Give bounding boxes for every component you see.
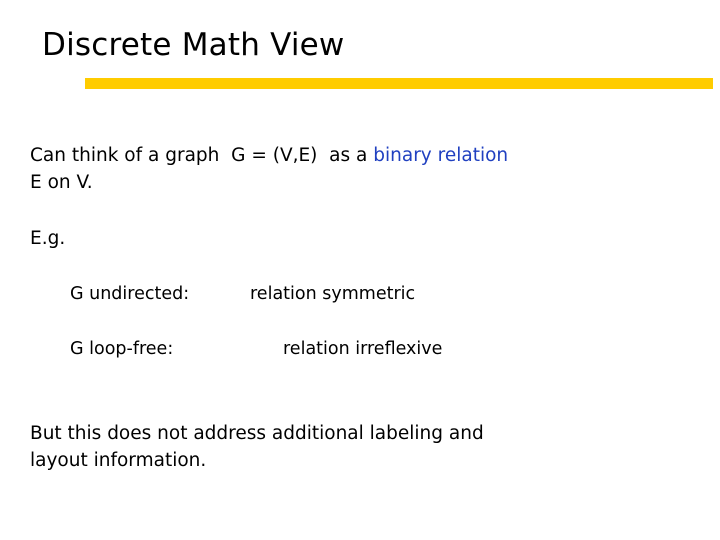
closing-paragraph: But this does not address additional lab… (30, 423, 484, 471)
intro-text-before: Can think of a graph G = (V,E) as a (30, 145, 374, 166)
intro-paragraph: Can think of a graph G = (V,E) as a bina… (30, 142, 700, 196)
row-value-loopfree: relation irreflexive (283, 339, 443, 359)
binary-relation-highlight: binary relation (373, 145, 509, 166)
list-item: G undirected: relation symmetric (70, 281, 415, 307)
slide: Discrete Math View Can think of a graph … (0, 0, 720, 540)
row-value-undirected: relation symmetric (250, 284, 416, 304)
example-label: E.g. (30, 228, 66, 249)
intro-text-after: E on V. (30, 172, 93, 193)
row-label-loopfree: G loop-free: (70, 339, 174, 359)
list-item: G loop-free: relation irreflexive (70, 336, 442, 362)
slide-body: Can think of a graph G = (V,E) as a bina… (0, 0, 720, 540)
row-label-undirected: G undirected: (70, 284, 190, 304)
